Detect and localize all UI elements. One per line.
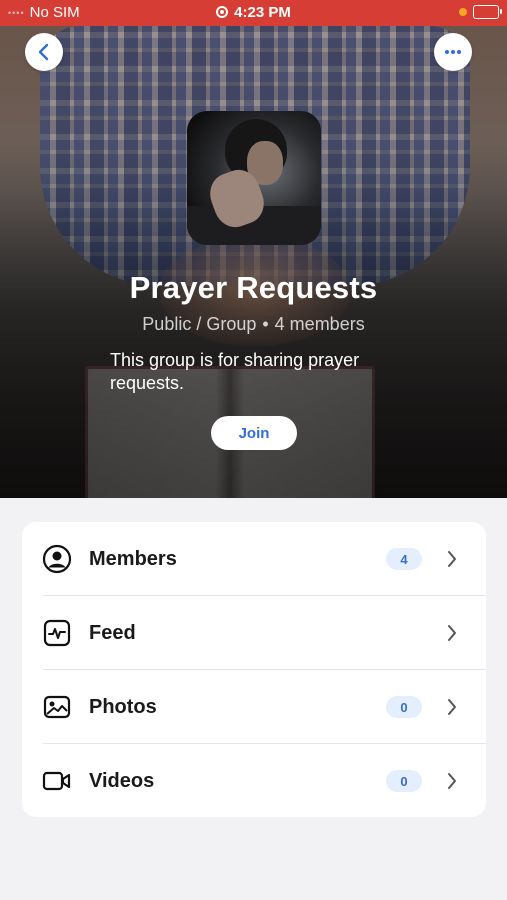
- status-time: 4:23 PM: [234, 4, 291, 21]
- menu-item-label: Feed: [89, 622, 136, 644]
- activity-icon: [42, 618, 72, 648]
- group-cover: Prayer Requests Public / Group • 4 members…: [0, 26, 507, 498]
- photo-icon: [42, 692, 72, 722]
- chevron-right-icon: [442, 548, 462, 570]
- member-count-text: 4 members: [274, 314, 365, 334]
- group-visibility: Public / Group: [142, 314, 257, 334]
- chevron-right-icon: [442, 770, 462, 792]
- ellipsis-icon: [445, 50, 461, 54]
- video-camera-icon: [42, 766, 72, 796]
- group-description: This group is for sharing prayer request…: [110, 350, 360, 393]
- group-title: Prayer Requests: [129, 270, 378, 305]
- battery-icon: [473, 5, 502, 19]
- group-menu: Members 4 Feed Photos 0 Videos 0: [22, 522, 486, 817]
- members-count-badge: 4: [386, 548, 422, 570]
- menu-item-videos[interactable]: Videos 0: [22, 744, 486, 818]
- menu-item-label: Members: [89, 548, 177, 570]
- group-avatar: [187, 111, 321, 245]
- mic-indicator-icon: [459, 8, 467, 16]
- chevron-right-icon: [442, 696, 462, 718]
- menu-item-label: Photos: [89, 696, 157, 718]
- meta-separator: •: [262, 314, 269, 334]
- videos-count-badge: 0: [386, 770, 422, 792]
- chevron-right-icon: [442, 622, 462, 644]
- clock-area: 4:23 PM: [0, 4, 507, 21]
- person-circle-icon: [42, 544, 72, 574]
- join-button[interactable]: Join: [211, 416, 297, 450]
- status-bar: •••• No SIM 4:23 PM: [0, 0, 507, 26]
- chevron-left-icon: [38, 43, 49, 61]
- photos-count-badge: 0: [386, 696, 422, 718]
- menu-item-members[interactable]: Members 4: [22, 522, 486, 596]
- group-meta: Public / Group • 4 members: [0, 314, 507, 335]
- menu-item-label: Videos: [89, 770, 155, 792]
- more-options-button[interactable]: [434, 33, 472, 71]
- menu-item-feed[interactable]: Feed: [22, 596, 486, 670]
- status-right: [459, 5, 502, 19]
- back-button[interactable]: [25, 33, 63, 71]
- menu-item-photos[interactable]: Photos 0: [22, 670, 486, 744]
- screen-record-icon: [216, 6, 229, 18]
